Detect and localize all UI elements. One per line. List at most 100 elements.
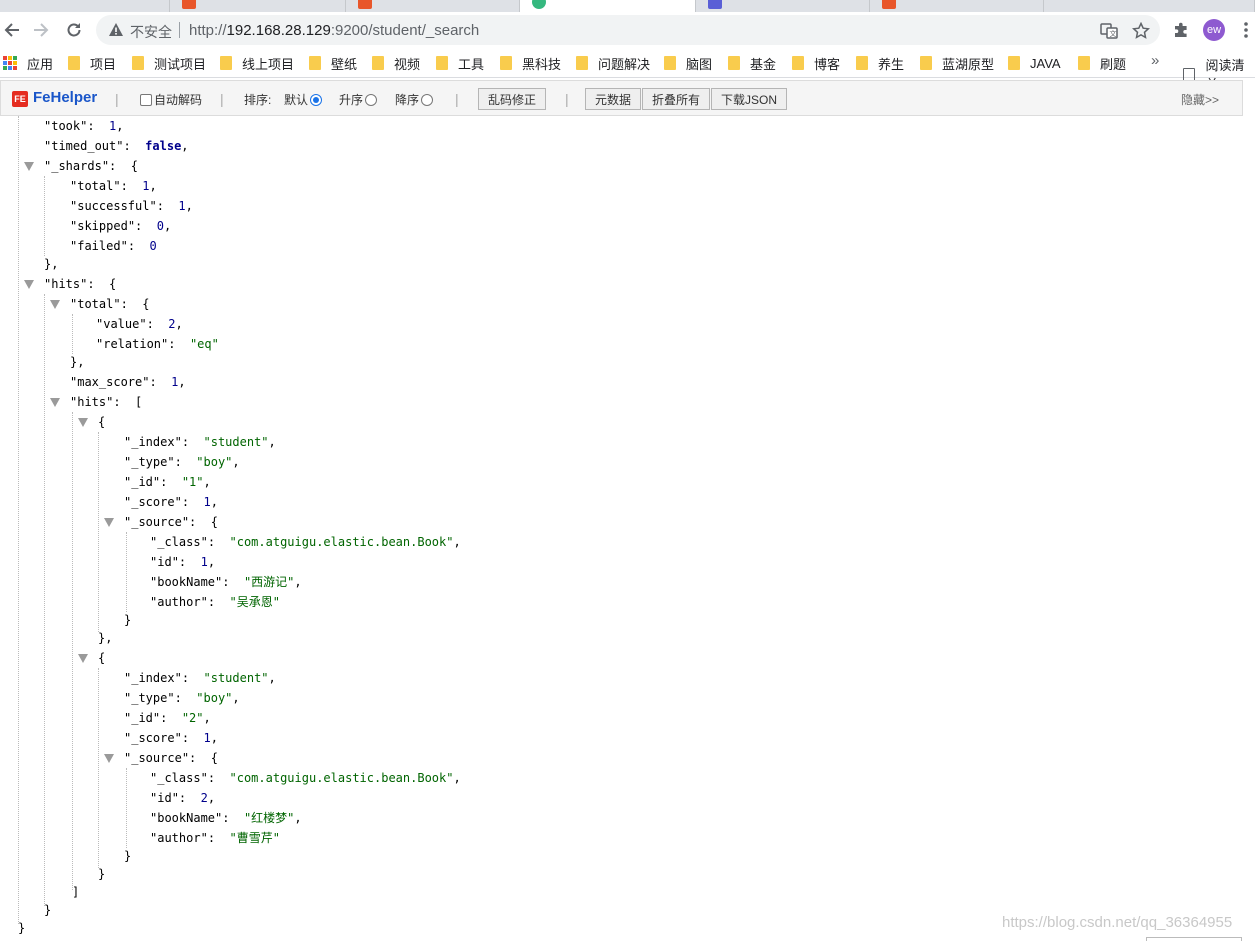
translate-icon[interactable]: 文	[1099, 21, 1119, 41]
reload-button[interactable]	[62, 18, 86, 42]
menu-kebab-icon[interactable]	[1236, 20, 1255, 40]
collapse-toggle-icon[interactable]	[24, 162, 34, 171]
bookmark-folder[interactable]: 壁纸	[309, 55, 357, 72]
json-line: "timed_out": false,	[44, 136, 189, 156]
checkbox-icon[interactable]	[140, 94, 152, 106]
browser-tab[interactable]	[1044, 0, 1255, 12]
csdn-watermark: https://blog.csdn.net/qq_36364955	[1002, 914, 1233, 931]
bookmark-folder[interactable]: 刷题	[1078, 55, 1126, 72]
json-quote: ":	[200, 771, 230, 785]
bookmark-folder[interactable]: 视频	[372, 55, 420, 72]
json-node-line: "hits": [	[70, 392, 142, 412]
profile-avatar[interactable]: ew	[1203, 19, 1225, 41]
bookmark-folder[interactable]: 博客	[792, 55, 841, 72]
auto-decode-label: 自动解码	[154, 93, 203, 107]
json-close-bracket: }	[44, 903, 52, 917]
folder-icon	[309, 56, 321, 70]
json-line: "_id": "1",	[124, 472, 211, 492]
bookmark-folder[interactable]: 工具	[436, 55, 484, 72]
sort-asc-radio[interactable]: 升序	[339, 91, 378, 108]
json-key: hits	[77, 395, 107, 409]
fehelper-logo-icon: FE	[12, 91, 28, 107]
bookmark-folder[interactable]: 线上项目	[220, 55, 295, 72]
json-comma: ,	[207, 555, 216, 569]
json-value: "曹雪芹"	[229, 831, 280, 845]
json-comma: ,	[203, 475, 211, 489]
json-value: "吴承恩"	[229, 595, 280, 609]
collapse-toggle-icon[interactable]	[50, 398, 60, 407]
browser-tab[interactable]	[0, 0, 170, 12]
browser-tab[interactable]	[870, 0, 1044, 12]
collapse-toggle-icon[interactable]	[78, 418, 88, 427]
browser-tab[interactable]	[696, 0, 870, 12]
json-node-line: {	[98, 412, 105, 432]
bookmark-folder[interactable]: 基金	[728, 55, 776, 72]
json-line: "_score": 1,	[124, 492, 218, 512]
bookmark-apps[interactable]: 应用	[3, 55, 53, 72]
forward-arrow-icon	[34, 23, 49, 37]
download-json-button[interactable]: 下载JSON	[711, 88, 788, 110]
json-quote: ":	[152, 475, 182, 489]
bookmark-label: 博客	[814, 56, 841, 72]
bookmark-folder[interactable]: 黑科技	[500, 55, 561, 72]
json-value: "student"	[203, 435, 269, 449]
url-text[interactable]: http://192.168.28.129:9200/student/_sear…	[189, 22, 479, 39]
json-quote: ":	[80, 277, 110, 291]
json-key: relation	[103, 337, 162, 351]
fix-garbled-button[interactable]: 乱码修正	[478, 88, 547, 110]
bookmarks-overflow-button[interactable]: »	[1151, 52, 1159, 69]
bookmark-folder[interactable]: JAVA	[1008, 55, 1061, 71]
url-path: :9200/student/_search	[330, 22, 480, 39]
fold-all-button[interactable]: 折叠所有	[642, 88, 711, 110]
collapse-toggle-icon[interactable]	[104, 754, 114, 763]
json-line: "_class": "com.atguigu.elastic.bean.Book…	[150, 768, 461, 788]
address-bar[interactable]: 不安全 http://192.168.28.129:9200/student/_…	[96, 15, 1160, 45]
json-key: _id	[131, 475, 153, 489]
json-quote: ":	[113, 297, 143, 311]
forward-button[interactable]	[29, 18, 53, 42]
page-favicon-icon	[708, 0, 722, 9]
bookmark-folder[interactable]: 测试项目	[132, 55, 206, 72]
hide-toolbar-link[interactable]: 隐藏>>	[1181, 91, 1219, 108]
bookmark-label: 线上项目	[242, 56, 295, 72]
sort-desc-radio[interactable]: 降序	[395, 91, 434, 108]
json-value: "com.atguigu.elastic.bean.Book"	[229, 535, 454, 549]
json-comma: ,	[149, 179, 157, 193]
collapse-toggle-icon[interactable]	[50, 300, 60, 309]
bookmark-folder[interactable]: 项目	[68, 55, 116, 72]
json-value: "1"	[181, 475, 204, 489]
bookmark-folder[interactable]: 养生	[856, 55, 904, 72]
radio-icon[interactable]	[421, 94, 434, 106]
radio-icon[interactable]	[365, 94, 378, 106]
bookmark-folder[interactable]: 问题解决	[576, 55, 650, 72]
folder-icon	[920, 56, 932, 70]
bookmark-folder[interactable]: 蓝湖原型	[920, 55, 994, 72]
bookmark-star-icon[interactable]	[1131, 21, 1151, 41]
back-arrow-icon	[4, 23, 19, 37]
collapse-toggle-icon[interactable]	[24, 280, 34, 289]
json-line: "id": 2,	[150, 788, 215, 808]
folder-icon	[1008, 56, 1020, 70]
json-quote: ":	[101, 159, 131, 173]
collapse-toggle-icon[interactable]	[78, 654, 88, 663]
json-value: false	[145, 139, 182, 153]
json-quote: ":	[80, 119, 110, 133]
auto-decode-checkbox[interactable]: 自动解码	[140, 91, 202, 108]
security-label[interactable]: 不安全	[130, 22, 172, 42]
json-key: total	[77, 179, 114, 193]
collapse-toggle-icon[interactable]	[104, 518, 114, 527]
json-quote: ":	[200, 831, 230, 845]
json-comma: ,	[453, 771, 461, 785]
extensions-puzzle-icon[interactable]	[1171, 20, 1191, 40]
fehelper-toolbar: FE FeHelper | 自动解码 | 排序: 默认 升序 降序 | 乱码修正…	[0, 80, 1243, 116]
browser-tab-active[interactable]	[520, 0, 696, 12]
json-value: 1	[178, 199, 186, 213]
metadata-button[interactable]: 元数据	[585, 88, 642, 110]
radio-selected-icon[interactable]	[310, 94, 323, 106]
browser-tab[interactable]	[170, 0, 346, 12]
back-button[interactable]	[0, 18, 24, 42]
browser-tab[interactable]	[346, 0, 520, 12]
bookmark-folder[interactable]: 脑图	[664, 55, 712, 72]
json-comma: ,	[185, 199, 193, 213]
sort-default-radio[interactable]: 默认	[284, 91, 323, 108]
